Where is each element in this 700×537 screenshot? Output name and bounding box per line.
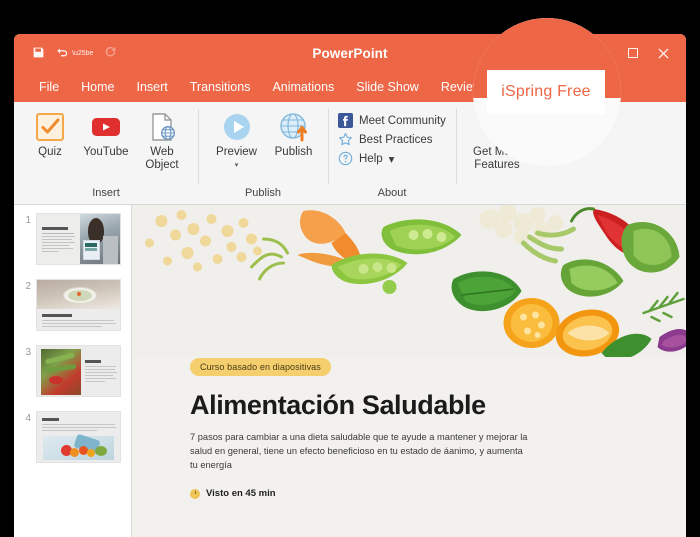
slide-thumbnail-2[interactable] — [36, 279, 121, 331]
help-label: Help — [359, 152, 383, 165]
magnified-ispring-tab[interactable]: iSpring Free — [487, 70, 605, 114]
tab-home[interactable]: Home — [70, 72, 125, 102]
youtube-label: YouTube — [83, 146, 129, 158]
preview-button[interactable]: Preview ▾ — [212, 108, 261, 169]
close-button[interactable] — [648, 40, 678, 66]
save-icon[interactable] — [32, 46, 45, 61]
group-name-get-more — [456, 199, 544, 204]
clock-icon — [190, 488, 200, 499]
slide-thumbnail-4[interactable] — [36, 411, 121, 463]
quick-access-toolbar: \u25be — [14, 46, 117, 61]
publish-label: Publish — [274, 146, 313, 158]
meet-community-button[interactable]: Meet Community — [338, 113, 446, 128]
youtube-icon — [92, 118, 120, 136]
magnified-ispring-label: iSpring Free — [501, 83, 591, 100]
slide-title: Alimentación Saludable — [190, 390, 486, 420]
ribbon-group-about: Meet Community Best Practices Help ▾ Abo… — [328, 102, 456, 204]
redo-icon — [104, 46, 117, 61]
help-button[interactable]: Help ▾ — [338, 151, 446, 166]
ribbon-group-insert: Quiz YouTube Web Object Insert — [14, 102, 198, 204]
undo-dropdown-caret[interactable]: \u25be — [72, 50, 93, 57]
group-name-publish: Publish — [244, 187, 282, 199]
list-item[interactable]: 4 — [14, 411, 131, 477]
meet-community-label: Meet Community — [359, 114, 446, 127]
list-item[interactable]: 3 — [14, 345, 131, 411]
undo-icon[interactable] — [56, 46, 69, 61]
slide-number: 1 — [25, 215, 31, 226]
slide-number: 4 — [25, 413, 31, 424]
quiz-checkmark-icon — [36, 113, 64, 141]
slide-number: 3 — [25, 347, 31, 358]
star-icon — [339, 132, 352, 146]
list-item[interactable]: 1 — [14, 213, 131, 279]
slide-thumbnail-1[interactable] — [36, 213, 121, 265]
help-dropdown-caret[interactable]: ▾ — [389, 152, 395, 166]
group-name-insert: Insert — [92, 187, 120, 199]
facebook-icon — [338, 113, 353, 128]
editor-main: 1 2 3 4 Curso basado en diapositivas Ali… — [14, 205, 686, 537]
tab-animations[interactable]: Animations — [261, 72, 345, 102]
screenshot-stage: \u25be PowerPoint File Home Insert Trans… — [0, 0, 700, 537]
publish-globe-icon — [279, 113, 307, 142]
magnifier-circle: iSpring Free — [473, 18, 621, 166]
best-practices-label: Best Practices — [359, 133, 433, 146]
ribbon-group-publish: Preview ▾ Publish Publish — [198, 102, 328, 204]
slide-text-block: Curso basado en diapositivas Alimentació… — [190, 357, 666, 499]
slide-canvas[interactable]: Curso basado en diapositivas Alimentació… — [132, 205, 686, 537]
maximize-button[interactable] — [618, 40, 648, 66]
vegetables-illustration — [132, 205, 686, 357]
tab-transitions[interactable]: Transitions — [179, 72, 262, 102]
youtube-button[interactable]: YouTube — [80, 108, 132, 159]
slide-number: 2 — [25, 281, 31, 292]
best-practices-button[interactable]: Best Practices — [338, 132, 446, 147]
slide-description: 7 pasos para cambiar a una dieta saludab… — [190, 432, 528, 471]
quiz-button[interactable]: Quiz — [24, 108, 76, 159]
slide-thumbnail-pane[interactable]: 1 2 3 4 — [14, 205, 132, 537]
preview-play-icon — [223, 114, 250, 140]
group-name-about: About — [377, 187, 407, 199]
web-object-icon — [152, 113, 176, 141]
help-question-icon — [338, 151, 353, 166]
tab-insert[interactable]: Insert — [126, 72, 179, 102]
web-object-label: Web Object — [145, 146, 179, 172]
tab-slide-show[interactable]: Slide Show — [345, 72, 430, 102]
publish-button[interactable]: Publish — [269, 108, 318, 159]
tab-file[interactable]: File — [28, 72, 70, 102]
slide-duration-meta: Visto en 45 min — [190, 488, 666, 499]
current-slide[interactable]: Curso basado en diapositivas Alimentació… — [132, 205, 686, 537]
slide-duration-label: Visto en 45 min — [206, 488, 276, 500]
vegetables-photo — [132, 205, 686, 357]
preview-dropdown-caret[interactable]: ▾ — [235, 162, 239, 169]
quiz-label: Quiz — [38, 146, 62, 158]
web-object-button[interactable]: Web Object — [136, 108, 188, 172]
slide-badge: Curso basado en diapositivas — [190, 358, 331, 376]
list-item[interactable]: 2 — [14, 279, 131, 345]
slide-thumbnail-3[interactable] — [36, 345, 121, 397]
preview-label: Preview — [216, 146, 257, 158]
